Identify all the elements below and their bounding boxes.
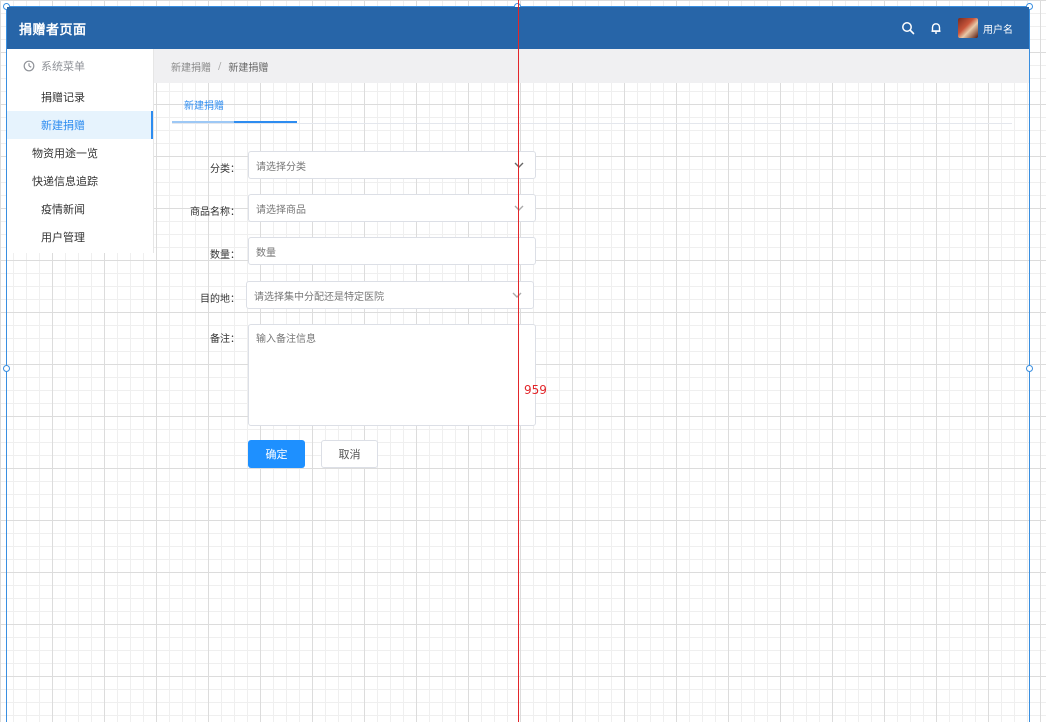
notes-label: 备注：	[210, 334, 240, 345]
tab-active-indicator	[234, 121, 297, 123]
notes-placeholder: 输入备注信息	[256, 334, 316, 345]
sidebar-item-new-donation[interactable]: 新建捐赠	[7, 111, 153, 139]
search-icon[interactable]	[900, 20, 916, 36]
measurement-guide-line[interactable]	[518, 0, 519, 722]
app-title: 捐赠者页面	[19, 22, 87, 38]
sidebar: 系统菜单 捐赠记录 新建捐赠 物资用途一览 快递信息追踪 疫情新闻 用户管理	[7, 49, 154, 253]
cancel-button[interactable]: 取消	[321, 440, 378, 468]
sidebar-item-label: 用户管理	[41, 231, 85, 244]
clock-icon	[23, 60, 35, 72]
product-placeholder: 请选择商品	[256, 204, 306, 216]
quantity-placeholder: 数量	[256, 247, 276, 259]
header-actions: 用户名	[888, 18, 1013, 38]
product-select[interactable]: 请选择商品	[248, 194, 536, 222]
sidebar-header[interactable]: 系统菜单	[7, 49, 153, 83]
resize-handle-middle-left[interactable]	[3, 365, 10, 372]
sidebar-item-supply-usage[interactable]: 物资用途一览	[7, 139, 153, 167]
confirm-button[interactable]: 确定	[248, 440, 305, 468]
measurement-guide-label: 959	[524, 383, 547, 397]
breadcrumb-current: 新建捐赠	[228, 62, 269, 74]
avatar[interactable]	[958, 18, 978, 38]
chevron-down-icon	[511, 289, 523, 301]
sidebar-item-user-management[interactable]: 用户管理	[7, 223, 153, 251]
category-label: 分类：	[210, 164, 240, 175]
tab-active-indicator-light	[172, 121, 234, 123]
quantity-input[interactable]: 数量	[248, 237, 536, 265]
notes-textarea[interactable]: 输入备注信息	[248, 324, 536, 426]
product-label: 商品名称：	[190, 207, 240, 218]
bell-icon[interactable]	[928, 20, 944, 36]
destination-label: 目的地：	[200, 294, 240, 305]
sidebar-header-label: 系统菜单	[41, 60, 85, 73]
sidebar-item-label: 捐赠记录	[41, 91, 85, 104]
quantity-label: 数量：	[210, 250, 240, 261]
destination-select[interactable]: 请选择集中分配还是特定医院	[246, 281, 534, 309]
breadcrumb: 新建捐赠 / 新建捐赠	[154, 49, 1029, 83]
sidebar-item-label: 新建捐赠	[41, 119, 85, 132]
sidebar-item-shipment-tracking[interactable]: 快递信息追踪	[7, 167, 153, 195]
sidebar-item-label: 快递信息追踪	[32, 175, 98, 188]
sidebar-item-epidemic-news[interactable]: 疫情新闻	[7, 195, 153, 223]
username[interactable]: 用户名	[983, 21, 1013, 36]
sidebar-item-label: 物资用途一览	[32, 147, 98, 160]
category-select[interactable]: 请选择分类	[248, 151, 536, 179]
sidebar-item-donation-records[interactable]: 捐赠记录	[7, 83, 153, 111]
category-placeholder: 请选择分类	[256, 161, 306, 173]
chevron-down-icon	[513, 202, 525, 214]
breadcrumb-separator: /	[218, 60, 222, 72]
tab-bar: 新建捐赠	[172, 98, 1012, 124]
breadcrumb-parent[interactable]: 新建捐赠	[171, 59, 211, 74]
sidebar-item-label: 疫情新闻	[41, 203, 85, 216]
resize-handle-middle-right[interactable]	[1026, 365, 1033, 372]
chevron-down-icon	[513, 159, 525, 171]
destination-placeholder: 请选择集中分配还是特定医院	[254, 291, 384, 303]
